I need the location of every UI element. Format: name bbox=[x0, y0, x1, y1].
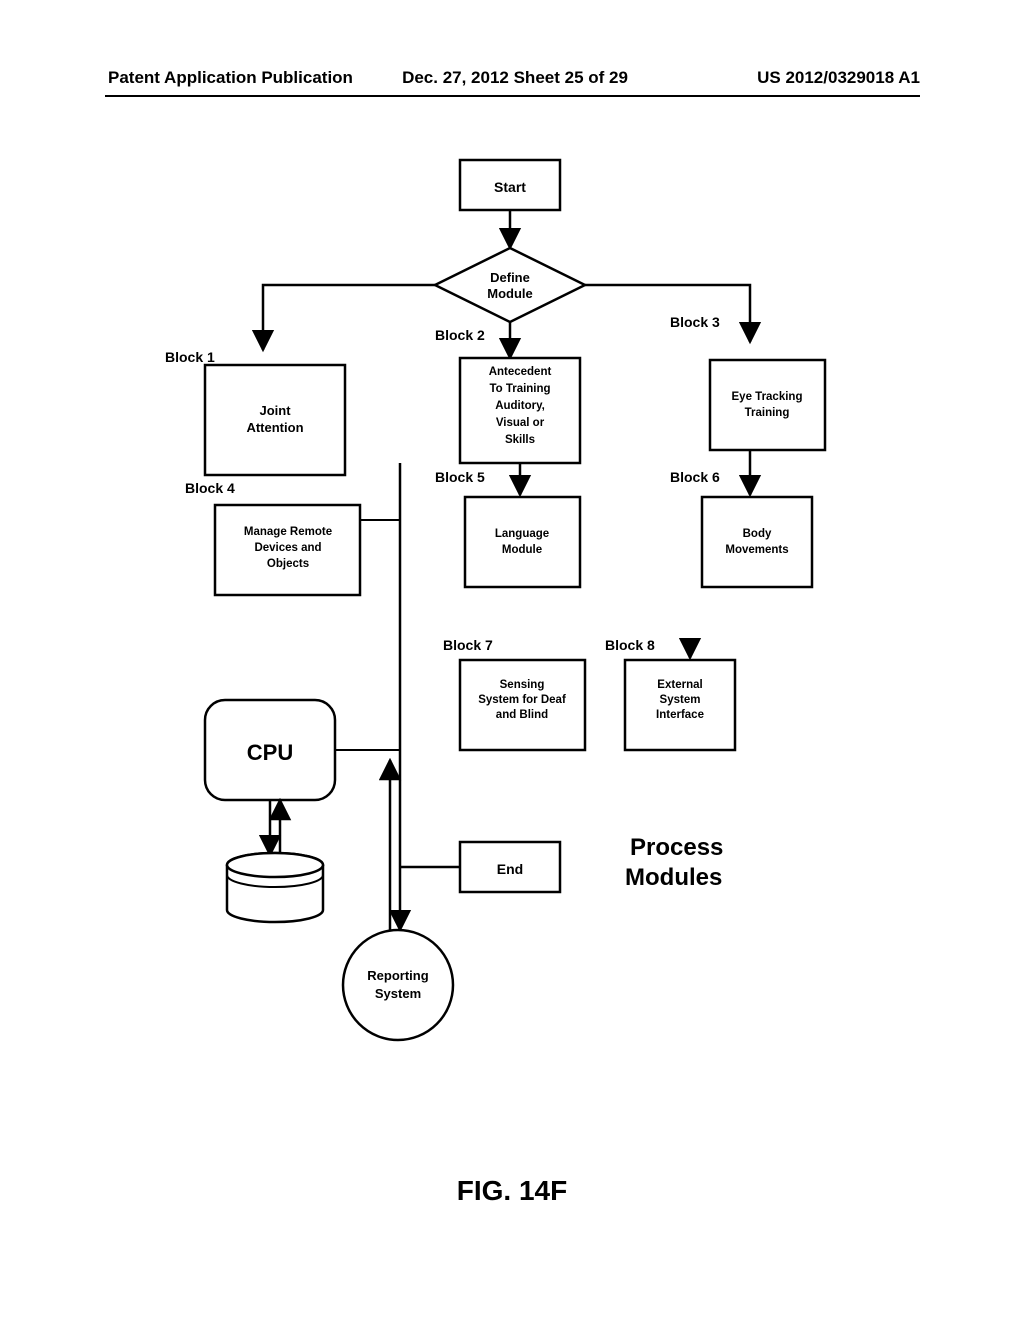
svg-text:To Training: To Training bbox=[489, 383, 550, 395]
header-left: Patent Application Publication bbox=[108, 68, 353, 88]
header-rule bbox=[105, 95, 920, 97]
svg-text:Movements: Movements bbox=[725, 544, 788, 556]
svg-text:and Blind: and Blind bbox=[496, 709, 548, 721]
title1: Process bbox=[630, 834, 723, 861]
figure-caption: FIG. 14F bbox=[457, 1175, 567, 1206]
b1-label: Block 1 bbox=[165, 349, 215, 365]
svg-text:System for Deaf: System for Deaf bbox=[478, 694, 566, 706]
svg-text:Visual or: Visual or bbox=[496, 417, 545, 429]
block5 bbox=[465, 497, 580, 587]
svg-text:External: External bbox=[657, 679, 702, 691]
start-text: Start bbox=[494, 179, 526, 195]
svg-text:Devices and: Devices and bbox=[254, 542, 321, 554]
page: Patent Application Publication Dec. 27, … bbox=[0, 0, 1024, 1320]
block6 bbox=[702, 497, 812, 587]
cpu-text: CPU bbox=[247, 740, 293, 765]
svg-text:System: System bbox=[660, 694, 701, 706]
database-icon bbox=[227, 853, 323, 922]
cpu-box bbox=[205, 700, 335, 800]
define-t1: Define bbox=[490, 270, 530, 285]
svg-text:Interface: Interface bbox=[656, 709, 704, 721]
svg-text:Antecedent: Antecedent bbox=[489, 366, 552, 378]
svg-text:Auditory,: Auditory, bbox=[495, 400, 545, 412]
reporting-circle bbox=[343, 930, 453, 1040]
diagram: Start Define Module Block 1 Block 2 Bloc… bbox=[0, 0, 1024, 1320]
end-box bbox=[460, 842, 560, 892]
block2 bbox=[460, 358, 580, 463]
title2: Modules bbox=[625, 864, 722, 891]
svg-text:Reporting: Reporting bbox=[367, 968, 428, 983]
block3 bbox=[710, 360, 825, 450]
svg-text:System: System bbox=[375, 986, 421, 1001]
svg-text:Sensing: Sensing bbox=[500, 679, 545, 691]
svg-text:Manage Remote: Manage Remote bbox=[244, 526, 332, 538]
b6-label: Block 6 bbox=[670, 469, 720, 485]
header-right: US 2012/0329018 A1 bbox=[757, 68, 920, 88]
svg-text:Module: Module bbox=[502, 544, 542, 556]
svg-text:Skills: Skills bbox=[505, 434, 535, 446]
block1 bbox=[205, 365, 345, 475]
end-text: End bbox=[497, 861, 523, 877]
block8 bbox=[625, 660, 735, 750]
b7-label: Block 7 bbox=[443, 637, 493, 653]
define-t2: Module bbox=[487, 286, 533, 301]
b4-label: Block 4 bbox=[185, 480, 235, 496]
svg-text:Training: Training bbox=[745, 407, 790, 419]
b2-label: Block 2 bbox=[435, 327, 485, 343]
header-mid: Dec. 27, 2012 Sheet 25 of 29 bbox=[390, 68, 640, 88]
b3-label: Block 3 bbox=[670, 314, 720, 330]
b5-label: Block 5 bbox=[435, 469, 485, 485]
svg-text:Attention: Attention bbox=[246, 420, 303, 435]
define-diamond bbox=[435, 248, 585, 322]
svg-text:Language: Language bbox=[495, 528, 549, 540]
b8-label: Block 8 bbox=[605, 637, 655, 653]
svg-text:Eye Tracking: Eye Tracking bbox=[732, 391, 803, 403]
svg-text:Joint: Joint bbox=[259, 403, 291, 418]
start-box bbox=[460, 160, 560, 210]
svg-text:Objects: Objects bbox=[267, 558, 309, 570]
block7 bbox=[460, 660, 585, 750]
svg-text:Body: Body bbox=[743, 528, 772, 540]
block4 bbox=[215, 505, 360, 595]
